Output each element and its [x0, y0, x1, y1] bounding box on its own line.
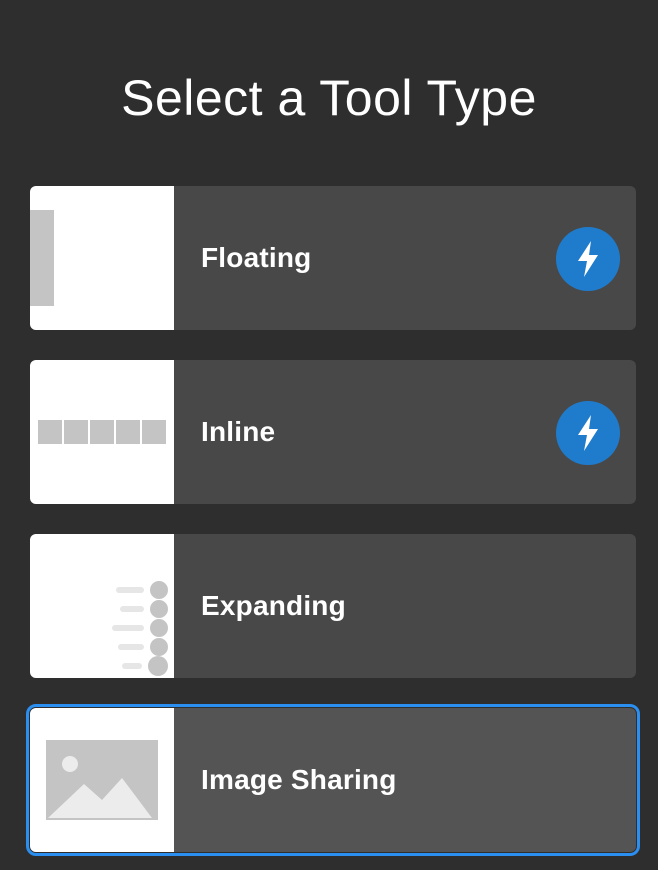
tool-option-label: Image Sharing — [201, 764, 397, 795]
inline-blocks-shape — [38, 420, 166, 444]
page-title: Select a Tool Type — [121, 70, 537, 126]
tool-option-inline[interactable]: Inline — [30, 360, 636, 504]
tool-option-label: Floating — [201, 242, 312, 273]
tool-option-label: Inline — [201, 416, 276, 447]
tool-option-expanding[interactable]: Expanding — [30, 534, 636, 678]
image-placeholder-icon — [46, 740, 158, 820]
floating-thumbnail — [30, 186, 174, 330]
tool-option-image-sharing[interactable]: Image Sharing — [26, 704, 640, 856]
inline-thumbnail — [30, 360, 174, 504]
lightning-bolt-icon — [556, 401, 620, 465]
tool-type-list: Floating Inline Expanding Image Sharing — [26, 186, 640, 870]
tool-option-label: Expanding — [201, 590, 346, 621]
tool-option-floating[interactable]: Floating — [30, 186, 636, 330]
lightning-bolt-icon — [556, 227, 620, 291]
expanding-menu-shape — [98, 580, 168, 676]
floating-bar-shape — [30, 210, 54, 306]
expanding-thumbnail — [30, 534, 174, 678]
tool-type-page: Select a Tool Type Floating Inline Expan… — [0, 0, 658, 870]
image-thumbnail — [30, 708, 174, 852]
